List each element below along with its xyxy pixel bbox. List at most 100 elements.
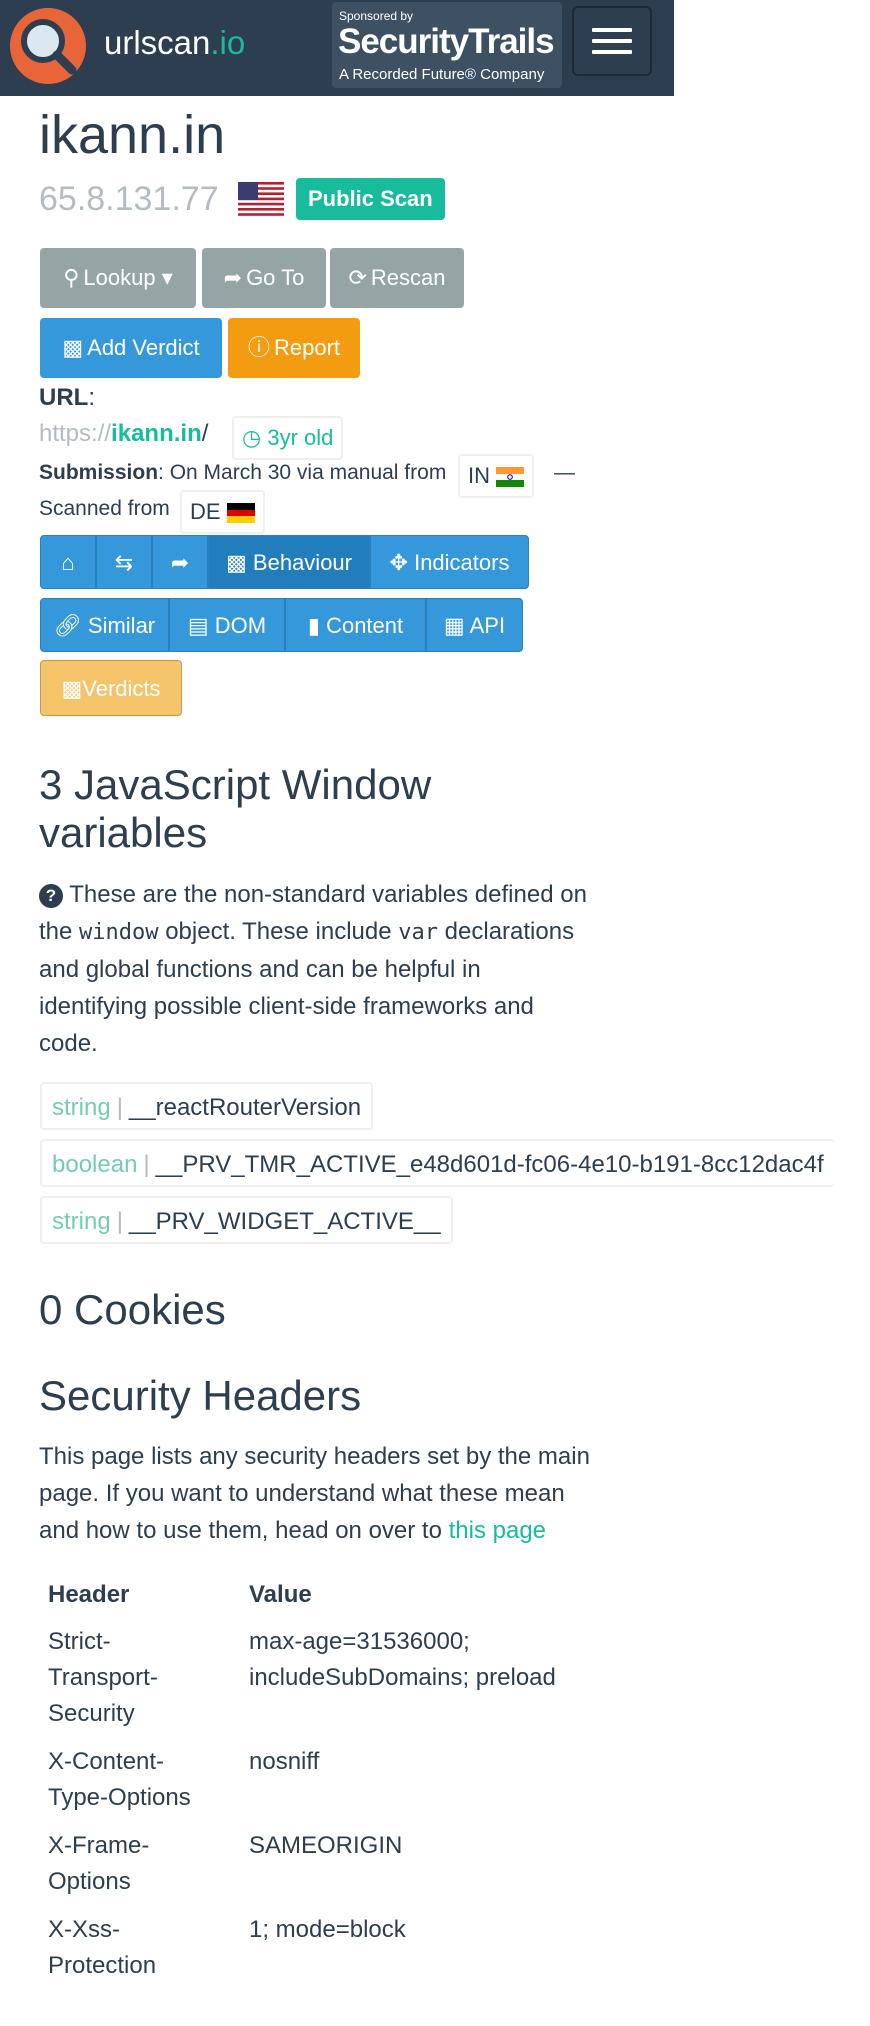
js-variables-description: ? These are the non-standard variables d… (39, 876, 587, 1062)
domain-age-badge: ◷ 3yr old (232, 416, 344, 460)
desc-line5: code. (39, 1030, 98, 1057)
desc-line3: and global functions and can be helpful … (39, 956, 481, 983)
security-headers-table: Header Value Strict- Transport- Security m… (40, 1572, 564, 1990)
brand-tld: .io (210, 24, 246, 61)
report-button[interactable]: ⓘ Report (228, 318, 360, 378)
header-name-cell: X-Frame- Options (40, 1822, 241, 1906)
header-name-part: X-Content- (48, 1748, 165, 1775)
desc-line2a: the (39, 918, 73, 945)
table-header-row: Header Value (40, 1572, 564, 1618)
header-value-cell: max-age=31536000; includeSubDomains; prel… (241, 1618, 564, 1738)
refresh-icon: ⟳ (348, 265, 367, 290)
table-row: X-Frame- Options SAMEORIGIN (40, 1822, 564, 1906)
tab-api[interactable]: ▦ API (426, 598, 523, 652)
share-arrow-icon: ➦ (170, 550, 190, 575)
submission-country: IN (468, 463, 490, 488)
variable-item[interactable]: string | __PRV_WIDGET_ACTIVE__ (40, 1196, 453, 1244)
lookup-label: Lookup (83, 265, 156, 290)
add-verdict-label: Add Verdict (87, 335, 200, 360)
file-icon: ▮ (307, 613, 320, 638)
desc-line4: identifying possible client-side framewo… (39, 993, 534, 1020)
rescan-button[interactable]: ⟳ Rescan (330, 248, 464, 308)
tab-verdicts[interactable]: ▩Verdicts (40, 660, 182, 716)
page-title: ikann.in (39, 105, 226, 165)
search-icon: ⚲ (63, 265, 80, 290)
submission-label: Submission (39, 461, 159, 484)
desc-code-window: window (79, 920, 159, 945)
home-icon: ⌂ (61, 550, 75, 575)
url-host[interactable]: ikann.in (111, 420, 202, 447)
url-path: / (201, 420, 209, 447)
table-row: X-Content- Type-Options nosniff (40, 1738, 564, 1822)
india-flag-icon (496, 467, 525, 488)
exclamation-circle-icon: ⓘ (247, 335, 270, 360)
brand-name: urlscan (104, 24, 211, 61)
public-scan-badge: Public Scan (296, 178, 445, 220)
header-name-cell: Strict- Transport- Security (40, 1618, 241, 1738)
js-variables-heading: 3 JavaScript Window variables (39, 761, 431, 857)
domain-age: 3yr old (267, 425, 334, 450)
sh-desc-line3: and how to use them, head on over to (39, 1517, 442, 1544)
header-value-part: nosniff (249, 1748, 320, 1775)
sponsor-caption: Sponsored by (339, 9, 414, 23)
tab-behaviour[interactable]: ▩ Behaviour (208, 535, 370, 589)
urlscan-logo-icon[interactable] (10, 8, 86, 84)
tab-similar[interactable]: 🔗︎ Similar (40, 598, 169, 652)
header-name-cell: X-Content- Type-Options (40, 1738, 241, 1822)
tab-verdicts-label: Verdicts (82, 676, 161, 701)
goto-label: Go To (246, 265, 305, 290)
us-flag-icon (238, 182, 284, 216)
goto-button[interactable]: ➦ Go To (202, 248, 326, 308)
tab-api-label: API (469, 613, 506, 638)
sponsor-banner[interactable]: Sponsored by SecurityTrails A Recorded F… (332, 2, 562, 88)
submission-dash: — (554, 461, 575, 484)
tab-dom-label: DOM (214, 613, 267, 638)
tab-content[interactable]: ▮ Content (285, 598, 426, 652)
tab-indicators-label: Indicators (414, 550, 510, 575)
desc-code-var: var (398, 920, 438, 945)
header-name-part: Transport- (48, 1664, 158, 1691)
tab-content-label: Content (326, 613, 404, 638)
table-row: X-Xss- Protection 1; mode=block (40, 1906, 564, 1990)
url-scheme: https:// (39, 420, 112, 447)
comment-icon: ▩ (62, 335, 84, 360)
hamburger-icon (592, 28, 632, 32)
header-name-part: Protection (48, 1952, 157, 1979)
comment-icon: ▩ (226, 550, 247, 575)
scanned-url[interactable]: https://ikann.in/ (39, 420, 208, 448)
sponsor-name: SecurityTrails (338, 22, 555, 61)
variable-name: __reactRouterVersion (128, 1094, 362, 1121)
tab-similar-label: Similar (87, 613, 156, 638)
variable-item[interactable]: string | __reactRouterVersion (40, 1082, 374, 1130)
tab-links[interactable]: ➦ (152, 535, 208, 589)
question-circle-icon: ? (39, 884, 63, 908)
ip-address[interactable]: 65.8.131.77 (39, 180, 219, 219)
link-icon: 🔗︎ (53, 613, 82, 638)
this-page-link[interactable]: this page (449, 1517, 546, 1544)
share-arrow-icon: ➦ (223, 265, 243, 290)
variable-separator: | (143, 1151, 150, 1178)
submission-line: Submission: On March 30 via manual from (39, 461, 446, 485)
tab-redirects[interactable]: ⇆ (96, 535, 152, 589)
exchange-icon: ⇆ (114, 550, 134, 575)
hamburger-icon (592, 50, 632, 54)
header-value-cell: 1; mode=block (241, 1906, 564, 1990)
brand-link[interactable]: urlscan.io (104, 24, 245, 62)
navbar: urlscan.io Sponsored by SecurityTrails A… (0, 0, 674, 96)
clock-icon: ◷ (242, 425, 262, 450)
variable-item[interactable]: boolean | __PRV_TMR_ACTIVE_e48d601d-fc06-4… (40, 1139, 834, 1187)
add-verdict-button[interactable]: ▩ Add Verdict (40, 318, 222, 378)
crosshairs-icon: ✥ (389, 550, 408, 575)
desc-line2c: declarations (444, 918, 575, 945)
variable-separator: | (116, 1094, 123, 1121)
cookies-heading: 0 Cookies (39, 1286, 226, 1333)
header-name-part: X-Xss- (48, 1916, 120, 1943)
header-name-part: Options (48, 1868, 131, 1895)
header-value-part: SAMEORIGIN (249, 1832, 403, 1859)
variable-type: boolean (52, 1151, 138, 1178)
tab-home[interactable]: ⌂ (40, 535, 96, 589)
menu-toggle-button[interactable] (572, 6, 652, 76)
tab-indicators[interactable]: ✥ Indicators (370, 535, 529, 589)
lookup-button[interactable]: ⚲ Lookup ▾ (40, 248, 196, 308)
tab-dom[interactable]: ▤ DOM (169, 598, 285, 652)
